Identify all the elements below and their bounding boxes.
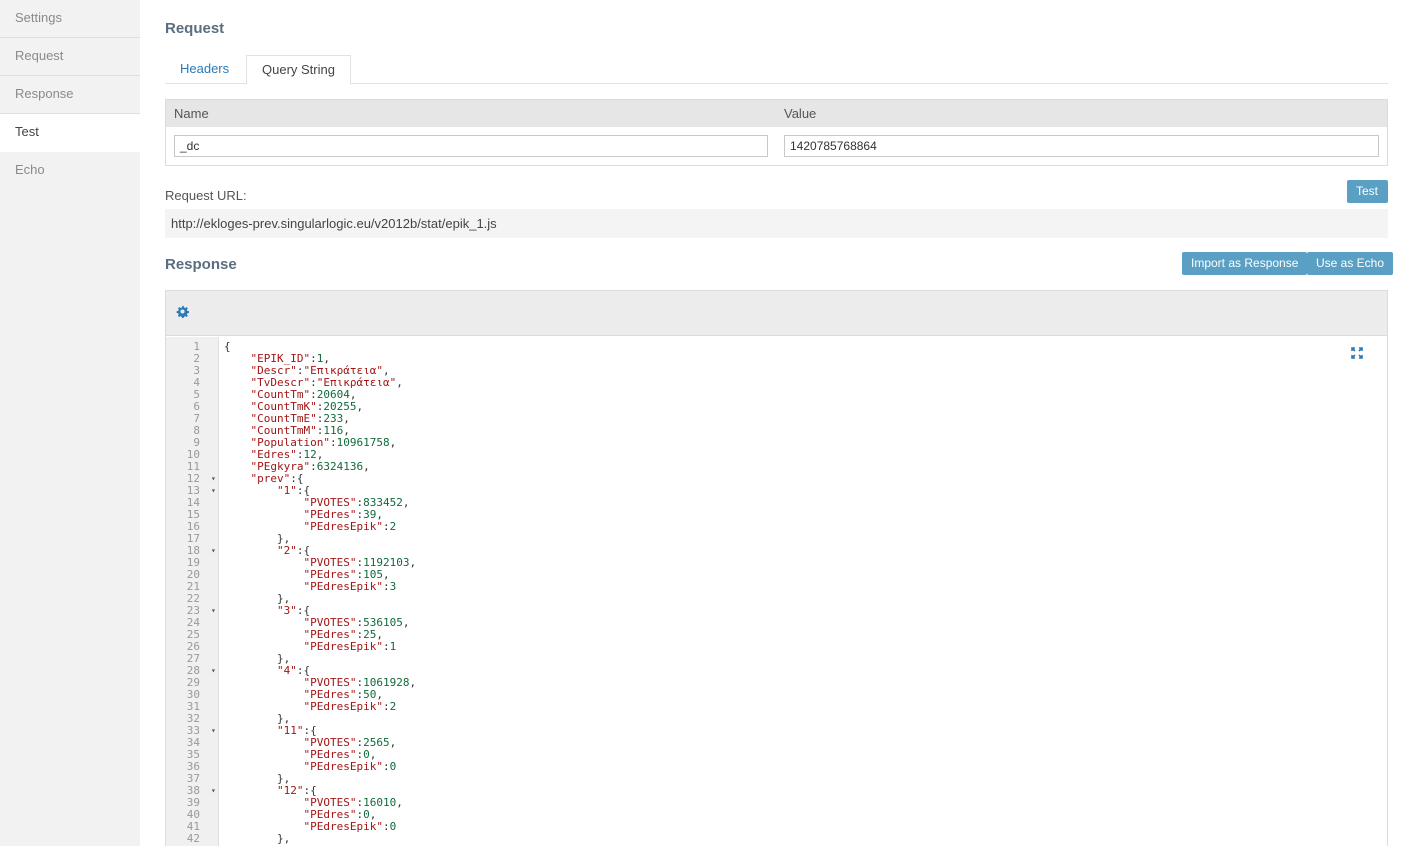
sidebar: Settings Request Response Test Echo — [0, 0, 140, 846]
code-line: 17 }, — [166, 533, 1387, 545]
code-line: 32 }, — [166, 713, 1387, 725]
main-panel: Request Headers Query String Name Value … — [165, 0, 1394, 846]
code-line: 41 "PEdresEpik":0 — [166, 821, 1387, 833]
code-line: 9 "Population":10961758, — [166, 437, 1387, 449]
tab-headers[interactable]: Headers — [165, 55, 244, 84]
code-line: 11 "PEgkyra":6324136, — [166, 461, 1387, 473]
line-text: }, — [224, 832, 291, 845]
sidebar-item-response[interactable]: Response — [0, 76, 140, 114]
fold-toggle-icon[interactable]: ▾ — [211, 605, 216, 617]
code-line: 22 }, — [166, 593, 1387, 605]
code-line: 21 "PEdresEpik":3 — [166, 581, 1387, 593]
request-tabs: Headers Query String — [165, 55, 1388, 85]
request-url-value: http://ekloges-prev.singularlogic.eu/v20… — [165, 209, 1388, 238]
fold-toggle-icon[interactable]: ▾ — [211, 485, 216, 497]
column-header-name: Name — [174, 106, 209, 121]
code-lines: 1{2 "EPIK_ID":1, 3 "Descr":"Επικράτεια", 4… — [166, 341, 1387, 845]
code-line: 26 "PEdresEpik":1 — [166, 641, 1387, 653]
fold-toggle-icon[interactable]: ▾ — [211, 473, 216, 485]
editor-toolbar — [166, 291, 1387, 336]
expand-icon[interactable] — [1351, 347, 1363, 359]
line-number: 42 — [186, 832, 200, 845]
sidebar-item-request[interactable]: Request — [0, 38, 140, 76]
code-line: 31 "PEdresEpik":2 — [166, 701, 1387, 713]
fold-toggle-icon[interactable]: ▾ — [211, 545, 216, 557]
param-value-input[interactable]: 1420785768864 — [784, 135, 1379, 157]
code-line: 16 "PEdresEpik":2 — [166, 521, 1387, 533]
use-as-echo-button[interactable]: Use as Echo — [1307, 252, 1394, 275]
sidebar-item-echo[interactable]: Echo — [0, 152, 140, 190]
param-name-input[interactable]: _dc — [174, 135, 768, 157]
response-title: Response — [165, 256, 237, 273]
code-line: 12 ▾ "prev":{ — [166, 473, 1387, 485]
table-header: Name Value — [166, 100, 1387, 127]
response-editor: 1{2 "EPIK_ID":1, 3 "Descr":"Επικράτεια", 4… — [165, 290, 1388, 846]
query-string-table: Name Value _dc 1420785768864 — [165, 99, 1388, 166]
fold-toggle-icon[interactable]: ▾ — [211, 785, 216, 797]
sidebar-item-settings[interactable]: Settings — [0, 0, 140, 38]
code-line: 27 }, — [166, 653, 1387, 665]
import-as-response-button[interactable]: Import as Response — [1182, 252, 1308, 275]
code-line: 36 "PEdresEpik":0 — [166, 761, 1387, 773]
code-line: 1{ — [166, 341, 1387, 353]
fold-toggle-icon[interactable]: ▾ — [211, 725, 216, 737]
test-button[interactable]: Test — [1347, 180, 1388, 203]
sidebar-item-test[interactable]: Test — [0, 114, 140, 152]
code-line: 42 }, — [166, 833, 1387, 845]
gear-icon[interactable] — [176, 305, 190, 319]
column-header-value: Value — [784, 106, 817, 121]
request-url-label: Request URL: — [165, 188, 247, 203]
request-title: Request — [165, 20, 225, 37]
tab-query-string[interactable]: Query String — [246, 55, 351, 85]
code-line: 37 }, — [166, 773, 1387, 785]
fold-toggle-icon[interactable]: ▾ — [211, 665, 216, 677]
code-editor[interactable]: 1{2 "EPIK_ID":1, 3 "Descr":"Επικράτεια", 4… — [166, 337, 1387, 846]
